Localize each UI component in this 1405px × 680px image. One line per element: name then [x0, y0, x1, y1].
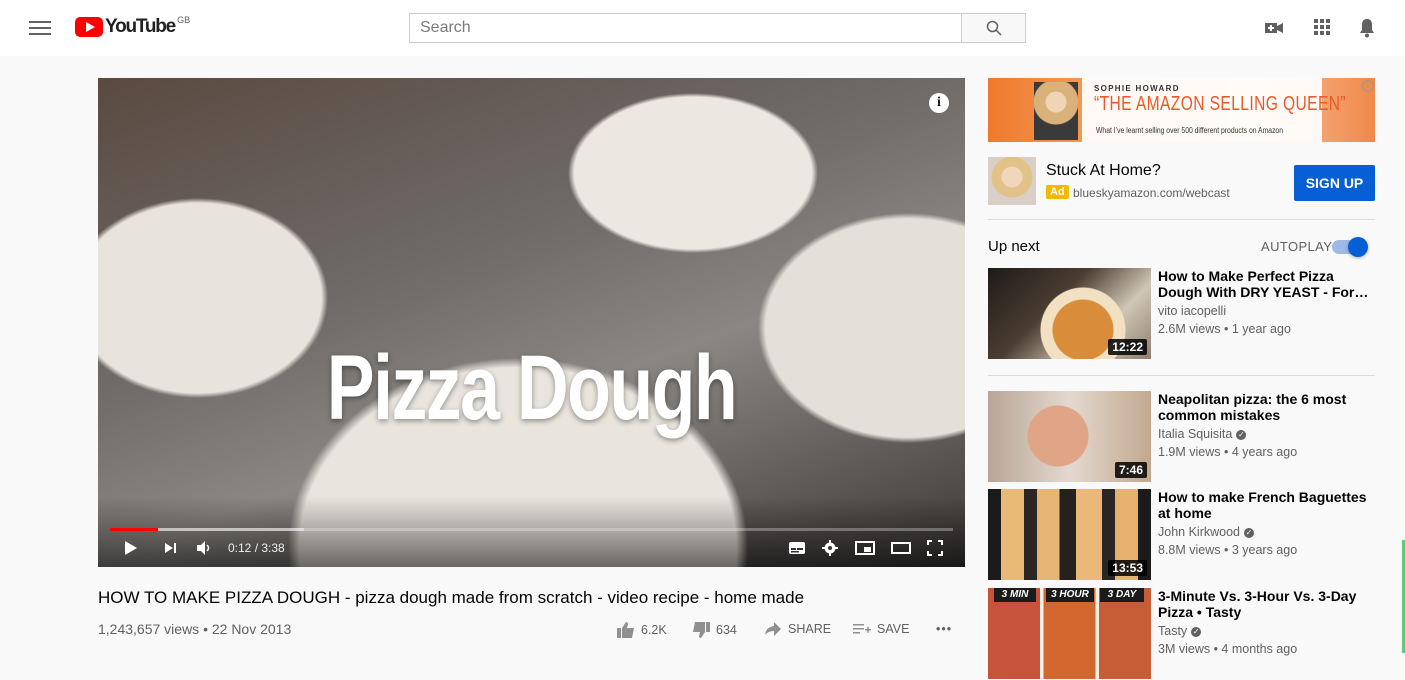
youtube-play-logo-icon — [75, 17, 103, 37]
video-thumbnail[interactable]: 13:53 — [988, 489, 1151, 580]
logo-text: YouTube — [105, 16, 176, 37]
verified-icon: ✓ — [1236, 429, 1247, 440]
like-button[interactable]: 6.2K — [617, 622, 667, 638]
up-next-heading: Up next — [988, 238, 1040, 255]
recommended-video[interactable]: 13:53 How to make French Baguettes at ho… — [988, 489, 1375, 581]
recommended-video[interactable]: 3 MIN 3 HOUR 3 DAY 3-Minute Vs. 3-Hour V… — [988, 588, 1375, 680]
info-icon[interactable]: i — [929, 93, 949, 113]
thumbs-down-icon — [693, 622, 710, 638]
play-icon[interactable] — [124, 540, 138, 561]
sign-up-button[interactable]: SIGN UP — [1294, 165, 1375, 201]
share-arrow-icon — [765, 622, 781, 636]
ad-headline: “THE AMAZON SELLING QUEEN” — [1094, 93, 1346, 115]
subtitles-icon[interactable] — [788, 540, 806, 561]
video-frame — [98, 78, 965, 567]
search-input[interactable] — [409, 13, 962, 43]
country-code: GB — [177, 15, 191, 25]
toggle-knob — [1348, 237, 1368, 257]
notifications-icon[interactable] — [1359, 18, 1381, 38]
channel-name[interactable]: John Kirkwood ✓ — [1158, 525, 1254, 539]
promo-title[interactable]: Stuck At Home? — [1046, 162, 1161, 180]
recommended-video-title[interactable]: How to make French Baguettes at home — [1158, 489, 1373, 521]
thumbnail-label: 3 DAY — [1100, 588, 1144, 602]
time-display: 0:12 / 3:38 — [228, 541, 285, 555]
ad-subline: What I’ve learnt selling over 500 differ… — [1096, 126, 1283, 135]
progress-played — [110, 528, 159, 531]
video-views: 2.6M views • 1 year ago — [1158, 322, 1291, 336]
like-count: 6.2K — [641, 623, 667, 637]
youtube-logo[interactable]: YouTube GB — [75, 15, 191, 38]
ad-banner[interactable]: SOPHIE HOWARD “THE AMAZON SELLING QUEEN”… — [988, 78, 1375, 142]
ad-badge: Ad — [1046, 185, 1069, 199]
video-duration: 7:46 — [1114, 462, 1147, 478]
ad-kicker: SOPHIE HOWARD — [1094, 84, 1180, 93]
share-button[interactable]: SHARE — [764, 622, 831, 636]
share-label: SHARE — [788, 622, 832, 636]
channel-name-text: Tasty — [1158, 624, 1188, 638]
settings-gear-icon[interactable] — [822, 540, 838, 561]
verified-icon: ✓ — [1244, 527, 1254, 538]
volume-icon[interactable] — [196, 540, 212, 561]
video-overlay-title: Pizza Dough — [326, 337, 738, 439]
masthead: YouTube GB — [0, 0, 1405, 56]
video-duration: 13:53 — [1108, 560, 1147, 576]
theater-mode-icon[interactable] — [891, 540, 911, 561]
video-player[interactable]: Pizza Dough i 0:12 / 3:38 — [98, 78, 965, 567]
progress-bar[interactable] — [110, 528, 953, 531]
channel-name-text: Italia Squisita — [1158, 427, 1233, 441]
channel-name-text: vito iacopelli — [1158, 304, 1227, 318]
apps-icon[interactable] — [1313, 18, 1335, 38]
thumbnail-label: 3 HOUR — [1046, 588, 1094, 602]
thumbnail-label: 3 MIN — [994, 588, 1036, 602]
divider — [988, 219, 1375, 220]
menu-icon[interactable] — [29, 17, 51, 39]
divider — [988, 375, 1375, 376]
thumbs-up-icon — [617, 622, 634, 638]
channel-name[interactable]: vito iacopelli — [1158, 304, 1226, 318]
video-title: HOW TO MAKE PIZZA DOUGH - pizza dough ma… — [98, 588, 805, 607]
fullscreen-icon[interactable] — [927, 540, 943, 561]
create-video-icon[interactable] — [1265, 18, 1287, 38]
advertiser-avatar[interactable] — [988, 157, 1036, 205]
recommended-video-title[interactable]: How to Make Perfect Pizza Dough With DRY… — [1158, 268, 1373, 300]
next-icon[interactable] — [164, 540, 178, 561]
video-thumbnail[interactable]: 7:46 — [988, 391, 1151, 482]
search-icon — [986, 20, 1002, 36]
recommended-video-title[interactable]: Neapolitan pizza: the 6 most common mist… — [1158, 391, 1373, 423]
video-meta: 1,243,657 views • 22 Nov 2013 — [98, 621, 292, 637]
verified-icon: ✓ — [1191, 626, 1202, 637]
recommended-video[interactable]: 12:22 How to Make Perfect Pizza Dough Wi… — [988, 268, 1375, 360]
autoplay-label: AUTOPLAY — [1261, 239, 1333, 254]
autoplay-toggle[interactable] — [1332, 237, 1368, 257]
ad-info-icon[interactable]: i — [1362, 80, 1374, 92]
video-thumbnail[interactable]: 3 MIN 3 HOUR 3 DAY — [988, 588, 1151, 679]
save-button[interactable]: SAVE — [853, 622, 909, 636]
channel-name-text: John Kirkwood — [1158, 525, 1240, 539]
channel-name[interactable]: Tasty ✓ — [1158, 624, 1202, 638]
recommended-video-title[interactable]: 3-Minute Vs. 3-Hour Vs. 3-Day Pizza • Ta… — [1158, 588, 1373, 620]
ad-person-photo — [1034, 82, 1078, 140]
more-actions-icon[interactable]: ••• — [936, 622, 952, 636]
save-label: SAVE — [877, 622, 910, 636]
video-views: 1.9M views • 4 years ago — [1158, 445, 1298, 459]
dislike-count: 634 — [716, 623, 737, 637]
add-to-playlist-icon — [853, 624, 871, 634]
recommended-video[interactable]: 7:46 Neapolitan pizza: the 6 most common… — [988, 391, 1375, 483]
video-duration: 12:22 — [1108, 339, 1147, 355]
video-views: 3M views • 4 months ago — [1158, 642, 1298, 656]
video-thumbnail[interactable]: 12:22 — [988, 268, 1151, 359]
channel-name[interactable]: Italia Squisita ✓ — [1158, 427, 1247, 441]
miniplayer-icon[interactable] — [855, 540, 875, 561]
search-button[interactable] — [962, 13, 1026, 43]
video-views: 8.8M views • 3 years ago — [1158, 543, 1298, 557]
dislike-button[interactable]: 634 — [692, 622, 737, 638]
promo-url[interactable]: blueskyamazon.com/webcast — [1073, 186, 1230, 200]
